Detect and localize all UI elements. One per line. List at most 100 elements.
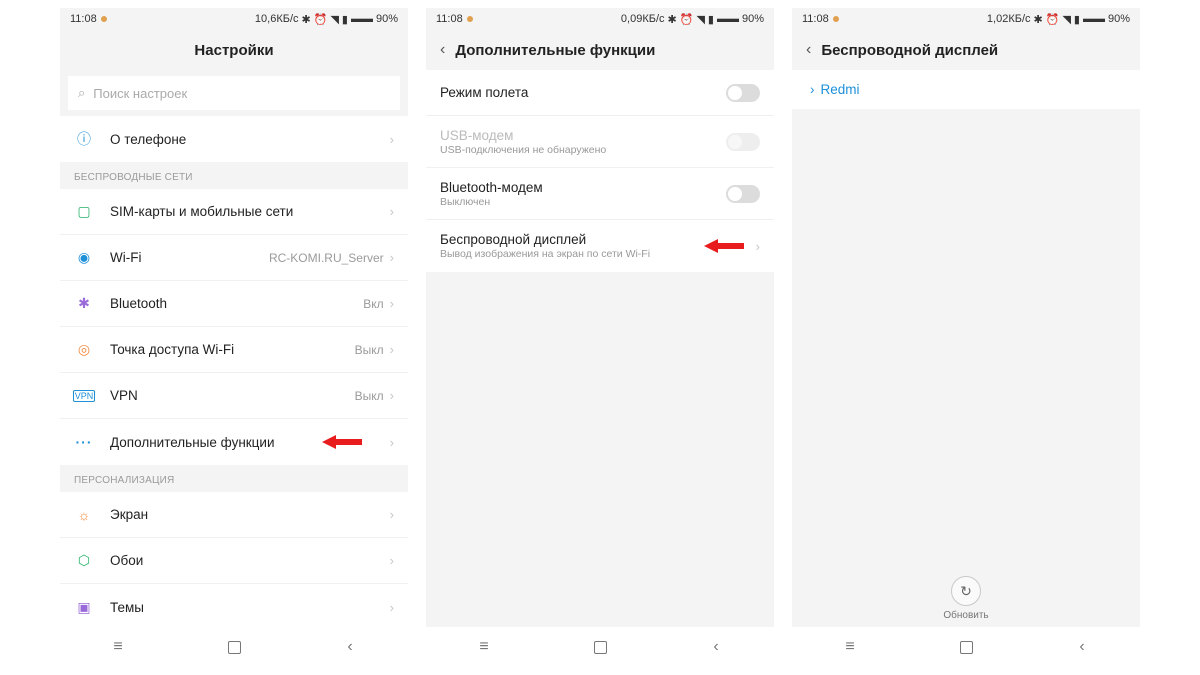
vpn-value: Выкл — [355, 389, 384, 403]
bluetooth-value: Вкл — [363, 297, 383, 311]
page-title: Дополнительные функции — [455, 42, 655, 59]
hotspot-icon: ◎ — [74, 341, 94, 358]
header-bar: ‹ Дополнительные функции — [426, 30, 774, 70]
row-wifi[interactable]: ◉ Wi-Fi RC-KOMI.RU_Server › — [60, 235, 408, 281]
notification-dot-icon — [833, 16, 839, 22]
wifi-icon: ◥ — [330, 13, 338, 26]
wifi-icon: ◥ — [1062, 13, 1070, 26]
wifi-icon: ◉ — [74, 249, 94, 266]
search-icon: ⌕ — [78, 85, 85, 101]
page-title: Настройки — [194, 42, 273, 59]
chevron-right-icon: › — [390, 553, 394, 568]
chevron-right-icon: › — [390, 296, 394, 311]
nav-bar: ≡ ‹ — [426, 627, 774, 667]
nav-recent-button[interactable]: ≡ — [839, 636, 861, 658]
status-bar: 11:08 1,02КБ/с ✱ ⏰ ◥ ▮ ▬▬ 90% — [792, 8, 1140, 30]
nav-home-button[interactable] — [589, 636, 611, 658]
device-name: Redmi — [821, 82, 860, 97]
nav-back-button[interactable]: ‹ — [1071, 636, 1093, 658]
row-bluetooth[interactable]: ✱ Bluetooth Вкл › — [60, 281, 408, 327]
refresh-button[interactable]: ↻ — [951, 576, 981, 606]
signal-icon: ▮ — [342, 13, 348, 26]
sim-icon: ▢ — [74, 203, 94, 220]
notification-dot-icon — [467, 16, 473, 22]
row-usb-tethering: USB-модем USB-подключения не обнаружено — [426, 116, 774, 168]
alarm-icon: ⏰ — [1046, 13, 1060, 26]
bluetooth-icon: ✱ — [74, 295, 94, 312]
row-wireless-display[interactable]: Беспроводной дисплей Вывод изображения н… — [426, 220, 774, 272]
row-about-phone[interactable]: ⓘ О телефоне › — [60, 116, 408, 162]
signal-icon: ▮ — [708, 13, 714, 26]
screen-wireless-display: 11:08 1,02КБ/с ✱ ⏰ ◥ ▮ ▬▬ 90% ‹ Беспрово… — [792, 8, 1140, 667]
wifi-value: RC-KOMI.RU_Server — [269, 251, 384, 265]
row-vpn[interactable]: VPN VPN Выкл › — [60, 373, 408, 419]
row-themes[interactable]: ▣ Темы › — [60, 584, 408, 630]
chevron-right-icon: › — [390, 507, 394, 522]
data-rate: 1,02КБ/с — [987, 13, 1031, 25]
search-input[interactable]: ⌕ Поиск настроек — [68, 76, 400, 110]
row-display[interactable]: ☼ Экран › — [60, 492, 408, 538]
nav-back-button[interactable]: ‹ — [339, 636, 361, 658]
bluetooth-icon: ✱ — [668, 13, 677, 26]
refresh-label: Обновить — [943, 610, 988, 621]
sun-icon: ☼ — [74, 507, 94, 523]
back-button[interactable]: ‹ — [806, 41, 811, 59]
row-bluetooth-tethering[interactable]: Bluetooth-модем Выключен — [426, 168, 774, 220]
back-button[interactable]: ‹ — [440, 41, 445, 59]
row-airplane-mode[interactable]: Режим полета — [426, 70, 774, 116]
data-rate: 10,6КБ/с — [255, 13, 299, 25]
info-icon: ⓘ — [74, 129, 94, 149]
row-hotspot[interactable]: ◎ Точка доступа Wi-Fi Выкл › — [60, 327, 408, 373]
battery-percent: 90% — [742, 13, 764, 25]
device-redmi[interactable]: › Redmi — [792, 70, 1140, 109]
nav-recent-button[interactable]: ≡ — [473, 636, 495, 658]
chevron-right-icon: › — [810, 82, 815, 97]
bluetooth-icon: ✱ — [302, 13, 311, 26]
row-sim-cards[interactable]: ▢ SIM-карты и мобильные сети › — [60, 189, 408, 235]
bt-tether-toggle[interactable] — [726, 185, 760, 203]
nav-home-button[interactable] — [223, 636, 245, 658]
search-placeholder: Поиск настроек — [93, 86, 187, 101]
row-wallpaper[interactable]: ⬡ Обои › — [60, 538, 408, 584]
more-icon: ··· — [74, 434, 94, 450]
chevron-right-icon: › — [390, 388, 394, 403]
chevron-right-icon: › — [390, 132, 394, 147]
section-wireless-networks: БЕСПРОВОДНЫЕ СЕТИ — [60, 162, 408, 189]
battery-percent: 90% — [1108, 13, 1130, 25]
chevron-right-icon: › — [390, 250, 394, 265]
battery-icon: ▬▬ — [717, 13, 739, 25]
chevron-right-icon: › — [390, 204, 394, 219]
wifi-icon: ◥ — [696, 13, 704, 26]
chevron-right-icon: › — [756, 239, 760, 254]
status-time: 11:08 — [436, 13, 463, 25]
theme-icon: ▣ — [74, 599, 94, 616]
alarm-icon: ⏰ — [314, 13, 328, 26]
notification-dot-icon — [101, 16, 107, 22]
battery-percent: 90% — [376, 13, 398, 25]
data-rate: 0,09КБ/с — [621, 13, 665, 25]
status-time: 11:08 — [70, 13, 97, 25]
image-icon: ⬡ — [74, 552, 94, 569]
chevron-right-icon: › — [390, 600, 394, 615]
section-personalization: ПЕРСОНАЛИЗАЦИЯ — [60, 465, 408, 492]
row-additional-functions[interactable]: ··· Дополнительные функции › — [60, 419, 408, 465]
screen-settings: 11:08 10,6КБ/с ✱ ⏰ ◥ ▮ ▬▬ 90% Настройки … — [60, 8, 408, 667]
header-bar: ‹ Беспроводной дисплей — [792, 30, 1140, 70]
screen-additional-functions: 11:08 0,09КБ/с ✱ ⏰ ◥ ▮ ▬▬ 90% ‹ Дополнит… — [426, 8, 774, 667]
status-time: 11:08 — [802, 13, 829, 25]
nav-bar: ≡ ‹ — [60, 627, 408, 667]
status-bar: 11:08 0,09КБ/с ✱ ⏰ ◥ ▮ ▬▬ 90% — [426, 8, 774, 30]
nav-recent-button[interactable]: ≡ — [107, 636, 129, 658]
nav-bar: ≡ ‹ — [792, 627, 1140, 667]
battery-icon: ▬▬ — [1083, 13, 1105, 25]
nav-home-button[interactable] — [955, 636, 977, 658]
usb-tether-toggle — [726, 133, 760, 151]
chevron-right-icon: › — [390, 342, 394, 357]
page-title: Беспроводной дисплей — [821, 42, 998, 59]
nav-back-button[interactable]: ‹ — [705, 636, 727, 658]
battery-icon: ▬▬ — [351, 13, 373, 25]
vpn-icon: VPN — [74, 390, 94, 402]
airplane-toggle[interactable] — [726, 84, 760, 102]
refresh-section: ↻ Обновить — [792, 576, 1140, 621]
chevron-right-icon: › — [390, 435, 394, 450]
